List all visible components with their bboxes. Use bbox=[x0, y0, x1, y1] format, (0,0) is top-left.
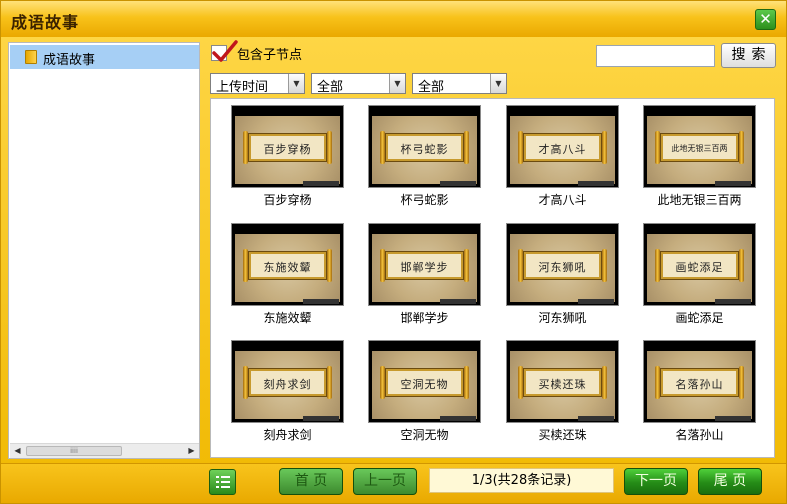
thumbnail[interactable]: 买椟还珠 bbox=[506, 340, 619, 423]
thumbnail-image: 买椟还珠 bbox=[510, 351, 615, 419]
item-title[interactable]: 东施效颦 bbox=[231, 309, 344, 326]
first-page-button[interactable]: 首 页 bbox=[279, 468, 343, 495]
search-button[interactable]: 搜索 bbox=[721, 43, 776, 68]
thumbnail-image: 杯弓蛇影 bbox=[372, 116, 477, 184]
tree-item-chengyu[interactable]: 成语故事 bbox=[10, 45, 199, 69]
type-select-value: 全部 bbox=[418, 80, 445, 95]
thumbnail[interactable]: 画蛇添足 bbox=[643, 223, 756, 306]
thumbnail[interactable]: 名落孙山 bbox=[643, 340, 756, 423]
thumbnail[interactable]: 邯郸学步 bbox=[368, 223, 481, 306]
thumbnail[interactable]: 百步穿杨 bbox=[231, 105, 344, 188]
list-view-button[interactable] bbox=[209, 469, 236, 495]
sort-select-value: 上传时间 bbox=[216, 80, 269, 95]
last-page-button[interactable]: 尾 页 bbox=[698, 468, 762, 495]
search-input[interactable] bbox=[596, 45, 715, 67]
checkmark-icon bbox=[212, 40, 238, 62]
title-bar: 成语故事 ✕ bbox=[1, 1, 786, 37]
sort-select[interactable]: 上传时间 ▼ bbox=[210, 73, 305, 95]
thumbnail[interactable]: 此地无银三百两 bbox=[643, 105, 756, 188]
item-title[interactable]: 百步穿杨 bbox=[231, 191, 344, 208]
include-children-label: 包含子节点 bbox=[237, 48, 303, 63]
thumbnail-image: 画蛇添足 bbox=[647, 234, 752, 302]
item-title[interactable]: 河东狮吼 bbox=[506, 309, 619, 326]
prev-page-button[interactable]: 上一页 bbox=[353, 468, 417, 495]
scroll-left-icon[interactable]: ◀ bbox=[11, 445, 24, 457]
item-title[interactable]: 刻舟求剑 bbox=[231, 426, 344, 443]
thumbnail[interactable]: 空洞无物 bbox=[368, 340, 481, 423]
scroll-right-icon[interactable]: ▶ bbox=[185, 445, 198, 457]
thumbnail[interactable]: 杯弓蛇影 bbox=[368, 105, 481, 188]
page-info: 1/3(共28条记录) bbox=[429, 468, 614, 493]
thumbnail-image: 才高八斗 bbox=[510, 116, 615, 184]
folder-icon bbox=[25, 50, 37, 64]
item-title[interactable]: 买椟还珠 bbox=[506, 426, 619, 443]
thumbnail-image: 百步穿杨 bbox=[235, 116, 340, 184]
type-select[interactable]: 全部 ▼ bbox=[412, 73, 507, 95]
thumbnail-image: 东施效颦 bbox=[235, 234, 340, 302]
scroll-thumb[interactable]: iiii bbox=[26, 446, 122, 456]
chevron-down-icon: ▼ bbox=[389, 74, 405, 93]
window: 成语故事 ✕ 成语故事 ◀ iiii ▶ 包含子节点 搜索 上传时间 ▼ 全部 … bbox=[0, 0, 787, 504]
thumbnail-image: 刻舟求剑 bbox=[235, 351, 340, 419]
thumbnail-image: 邯郸学步 bbox=[372, 234, 477, 302]
item-title[interactable]: 邯郸学步 bbox=[368, 309, 481, 326]
window-title: 成语故事 bbox=[11, 13, 80, 32]
thumbnail[interactable]: 河东狮吼 bbox=[506, 223, 619, 306]
chevron-down-icon: ▼ bbox=[288, 74, 304, 93]
item-title[interactable]: 杯弓蛇影 bbox=[368, 191, 481, 208]
item-title[interactable]: 空洞无物 bbox=[368, 426, 481, 443]
category-select[interactable]: 全部 ▼ bbox=[311, 73, 406, 95]
thumbnail-image: 空洞无物 bbox=[372, 351, 477, 419]
item-title[interactable]: 名落孙山 bbox=[643, 426, 756, 443]
close-button[interactable]: ✕ bbox=[755, 9, 776, 30]
list-icon bbox=[215, 476, 230, 488]
thumbnail[interactable]: 才高八斗 bbox=[506, 105, 619, 188]
category-select-value: 全部 bbox=[317, 80, 344, 95]
item-title[interactable]: 此地无银三百两 bbox=[633, 191, 766, 208]
thumbnail-image: 河东狮吼 bbox=[510, 234, 615, 302]
tree-item-label: 成语故事 bbox=[43, 53, 96, 68]
thumbnail[interactable]: 刻舟求剑 bbox=[231, 340, 344, 423]
next-page-button[interactable]: 下一页 bbox=[624, 468, 688, 495]
item-title[interactable]: 才高八斗 bbox=[506, 191, 619, 208]
horizontal-scrollbar[interactable]: ◀ iiii ▶ bbox=[10, 443, 199, 458]
thumbnail-image: 此地无银三百两 bbox=[647, 116, 752, 184]
thumbnail[interactable]: 东施效颦 bbox=[231, 223, 344, 306]
category-tree: 成语故事 ◀ iiii ▶ bbox=[8, 42, 200, 459]
content-grid: 百步穿杨 百步穿杨 杯弓蛇影 杯弓蛇影 才高八斗 才高八斗 此地无银三百两 此地… bbox=[210, 98, 775, 458]
item-title[interactable]: 画蛇添足 bbox=[643, 309, 756, 326]
chevron-down-icon: ▼ bbox=[490, 74, 506, 93]
thumbnail-image: 名落孙山 bbox=[647, 351, 752, 419]
